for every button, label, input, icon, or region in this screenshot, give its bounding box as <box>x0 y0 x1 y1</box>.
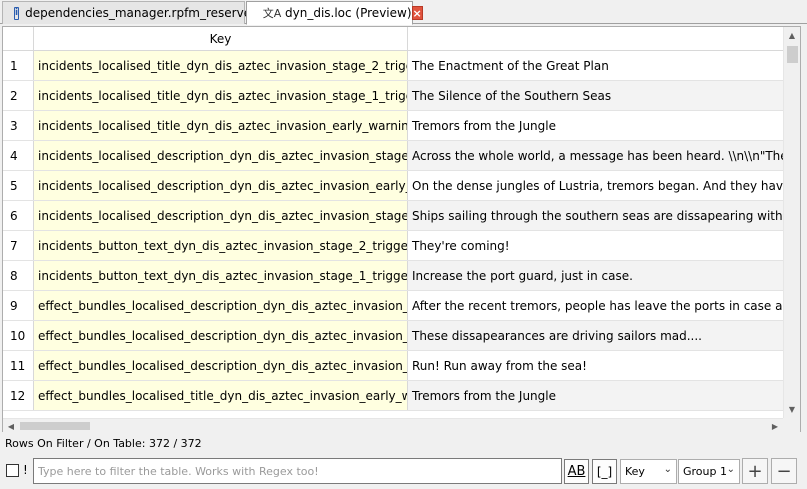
scroll-right-icon[interactable]: ▶ <box>767 419 783 433</box>
text-cell[interactable]: They're coming! <box>408 231 783 260</box>
add-filter-button[interactable]: + <box>742 458 768 484</box>
row-number[interactable]: 11 <box>3 351 34 380</box>
row-number[interactable]: 7 <box>3 231 34 260</box>
key-cell[interactable]: effect_bundles_localised_title_dyn_dis_a… <box>34 381 408 410</box>
key-cell[interactable]: incidents_button_text_dyn_dis_aztec_inva… <box>34 231 408 260</box>
table-row[interactable]: 3 incidents_localised_title_dyn_dis_aztec… <box>3 111 783 141</box>
text-cell[interactable]: Increase the port guard, just in case. <box>408 261 783 290</box>
filter-group-select[interactable]: Group 1 ⌄ <box>678 459 740 484</box>
filter-column-value: Key <box>625 465 645 478</box>
filter-column-select[interactable]: Key ⌄ <box>620 459 677 484</box>
key-cell[interactable]: incidents_button_text_dyn_dis_aztec_inva… <box>34 261 408 290</box>
scroll-left-icon[interactable]: ◀ <box>3 419 19 433</box>
table-header: Key <box>3 27 783 51</box>
minus-icon: − <box>776 460 792 482</box>
case-sensitive-icon: AB <box>567 464 586 479</box>
text-cell[interactable]: These dissapearances are driving sailors… <box>408 321 783 350</box>
scroll-up-icon[interactable]: ▲ <box>784 27 800 44</box>
tab-dependencies-manager[interactable]: i dependencies_manager.rpfm_reserved × <box>2 1 270 24</box>
vertical-scrollbar[interactable]: ▲ ▼ <box>783 27 800 418</box>
remove-filter-button[interactable]: − <box>771 458 797 484</box>
translate-icon: 文A <box>262 7 282 20</box>
text-cell[interactable]: On the dense jungles of Lustria, tremors… <box>408 171 783 200</box>
close-icon[interactable]: × <box>411 6 423 20</box>
row-number[interactable]: 2 <box>3 81 34 110</box>
column-header-key[interactable]: Key <box>34 27 408 51</box>
invert-filter-label: ! <box>23 463 28 477</box>
row-number[interactable]: 1 <box>3 51 34 80</box>
rows-status: Rows On Filter / On Table: 372 / 372 <box>5 437 202 450</box>
filter-input[interactable] <box>33 458 562 484</box>
table-row[interactable]: 2 incidents_localised_title_dyn_dis_aztec… <box>3 81 783 111</box>
row-number[interactable]: 5 <box>3 171 34 200</box>
info-icon: i <box>14 6 20 20</box>
text-cell[interactable]: The Silence of the Southern Seas <box>408 81 783 110</box>
loc-table: Key 1 incidents_localised_title_dyn_dis_a… <box>2 26 801 432</box>
key-cell[interactable]: effect_bundles_localised_description_dyn… <box>34 351 408 380</box>
table-row[interactable]: 6 incidents_localised_description_dyn_dis… <box>3 201 783 231</box>
row-number[interactable]: 10 <box>3 321 34 350</box>
case-sensitive-button[interactable]: AB <box>564 459 589 484</box>
key-cell[interactable]: effect_bundles_localised_description_dyn… <box>34 291 408 320</box>
table-row[interactable]: 1 incidents_localised_title_dyn_dis_aztec… <box>3 51 783 81</box>
filter-bar: ! AB [_] Key ⌄ Group 1 ⌄ + − <box>0 458 807 485</box>
row-number[interactable]: 4 <box>3 141 34 170</box>
tab-dyn-dis-loc[interactable]: 文A dyn_dis.loc (Preview) × <box>246 1 423 25</box>
match-whole-word-button[interactable]: [_] <box>592 459 617 484</box>
table-row[interactable]: 12 effect_bundles_localised_title_dyn_dis… <box>3 381 783 411</box>
horizontal-scroll-thumb[interactable] <box>20 422 90 430</box>
row-number[interactable]: 8 <box>3 261 34 290</box>
key-cell[interactable]: incidents_localised_description_dyn_dis_… <box>34 141 408 170</box>
table-corner[interactable] <box>3 27 34 51</box>
key-cell[interactable]: incidents_localised_description_dyn_dis_… <box>34 201 408 230</box>
table-row[interactable]: 7 incidents_button_text_dyn_dis_aztec_inv… <box>3 231 783 261</box>
text-cell[interactable]: Tremors from the Jungle <box>408 111 783 140</box>
column-header-text[interactable] <box>408 27 783 51</box>
plus-icon: + <box>747 460 763 482</box>
whole-word-icon: [_] <box>596 464 613 479</box>
tab-bar: i dependencies_manager.rpfm_reserved × 文… <box>0 0 807 25</box>
tab-label: dependencies_manager.rpfm_reserved <box>25 6 259 20</box>
text-cell[interactable]: The Enactment of the Great Plan <box>408 51 783 80</box>
key-cell[interactable]: effect_bundles_localised_description_dyn… <box>34 321 408 350</box>
table-row[interactable]: 9 effect_bundles_localised_description_dy… <box>3 291 783 321</box>
row-number[interactable]: 6 <box>3 201 34 230</box>
key-cell[interactable]: incidents_localised_title_dyn_dis_aztec_… <box>34 111 408 140</box>
tab-label: dyn_dis.loc (Preview) <box>285 6 412 20</box>
row-number[interactable]: 9 <box>3 291 34 320</box>
row-number[interactable]: 12 <box>3 381 34 410</box>
table-row[interactable]: 11 effect_bundles_localised_description_d… <box>3 351 783 381</box>
text-cell[interactable]: After the recent tremors, people has lea… <box>408 291 783 320</box>
invert-filter-checkbox[interactable] <box>6 464 19 477</box>
table-row[interactable]: 5 incidents_localised_description_dyn_dis… <box>3 171 783 201</box>
key-cell[interactable]: incidents_localised_description_dyn_dis_… <box>34 171 408 200</box>
key-cell[interactable]: incidents_localised_title_dyn_dis_aztec_… <box>34 81 408 110</box>
row-number[interactable]: 3 <box>3 111 34 140</box>
table-row[interactable]: 10 effect_bundles_localised_description_d… <box>3 321 783 351</box>
horizontal-scrollbar[interactable]: ◀ ▶ <box>3 418 783 432</box>
key-cell[interactable]: incidents_localised_title_dyn_dis_aztec_… <box>34 51 408 80</box>
scroll-corner <box>783 418 800 432</box>
filter-group-value: Group 1 <box>683 465 727 478</box>
scroll-down-icon[interactable]: ▼ <box>784 401 800 418</box>
text-cell[interactable]: Tremors from the Jungle <box>408 381 783 410</box>
text-cell[interactable]: Run! Run away from the sea! <box>408 351 783 380</box>
text-cell[interactable]: Ships sailing through the southern seas … <box>408 201 783 230</box>
table-row[interactable]: 8 incidents_button_text_dyn_dis_aztec_inv… <box>3 261 783 291</box>
chevron-down-icon: ⌄ <box>726 464 735 475</box>
table-row[interactable]: 4 incidents_localised_description_dyn_dis… <box>3 141 783 171</box>
table-body: 1 incidents_localised_title_dyn_dis_aztec… <box>3 51 783 418</box>
text-cell[interactable]: Across the whole world, a message has be… <box>408 141 783 170</box>
vertical-scroll-thumb[interactable] <box>787 46 798 63</box>
chevron-down-icon: ⌄ <box>663 464 672 475</box>
